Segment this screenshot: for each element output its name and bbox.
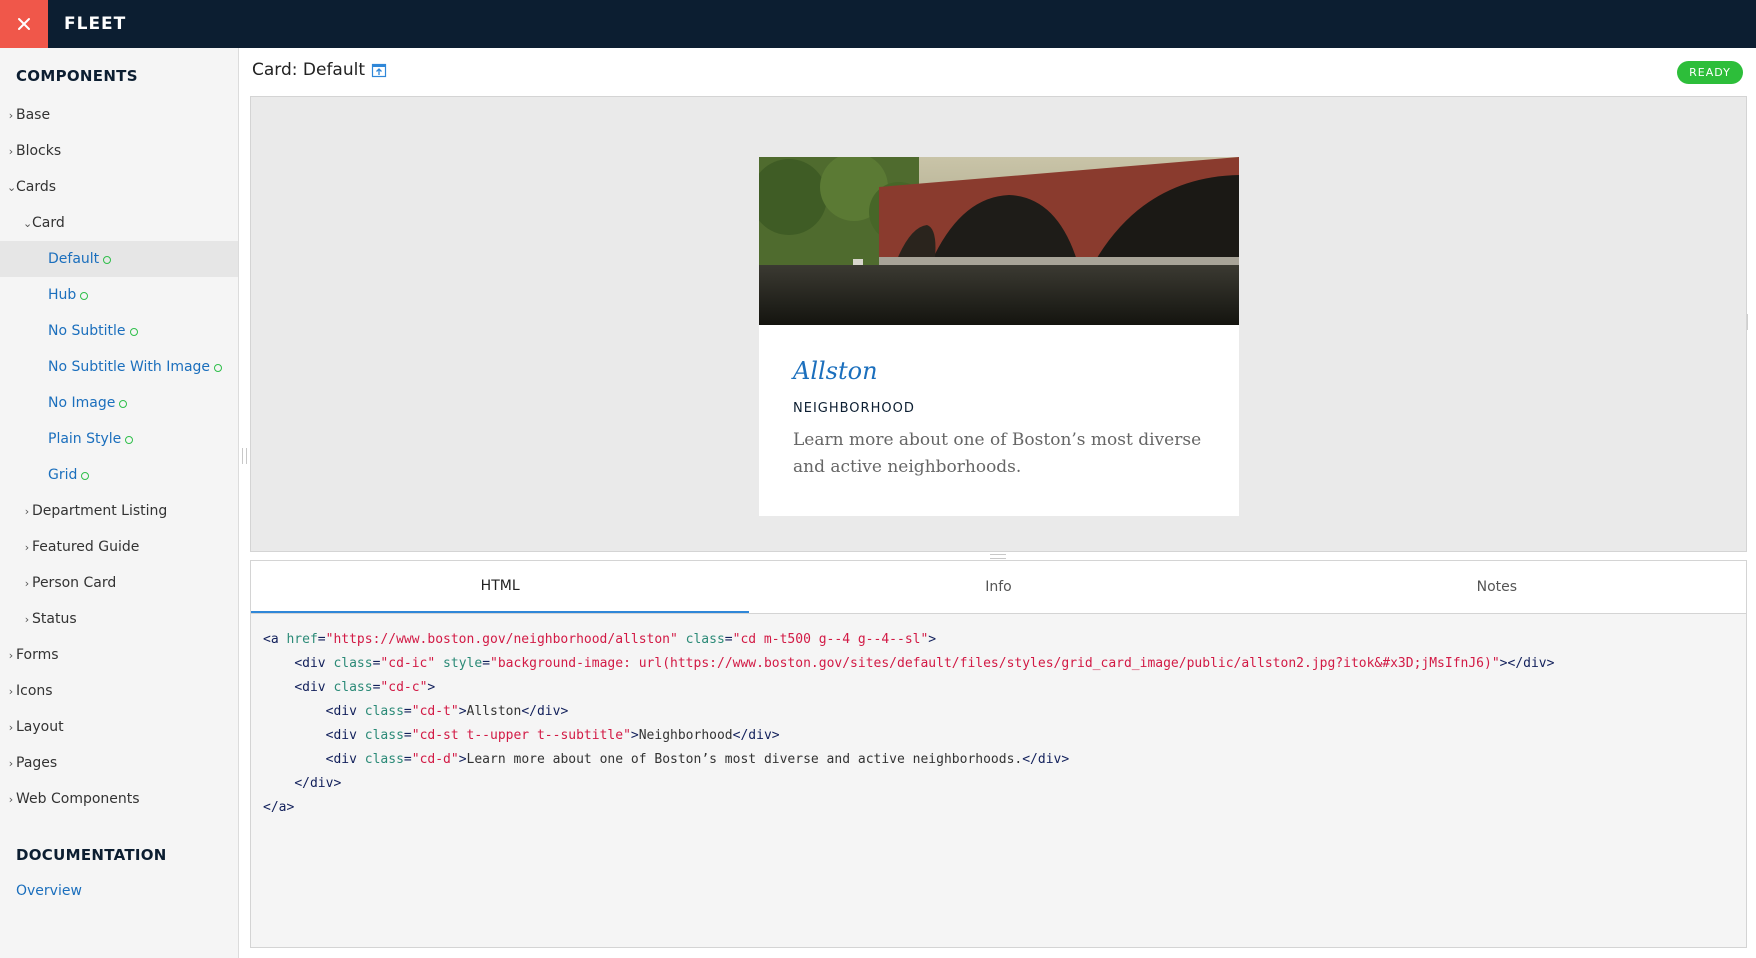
- sidebar-item-pages[interactable]: › Pages: [0, 745, 238, 781]
- page-title-text: Card: Default: [252, 60, 366, 80]
- chevron-right-icon: ›: [24, 612, 30, 626]
- sidebar-item-featured-guide[interactable]: › Featured Guide: [0, 529, 238, 565]
- chevron-right-icon: ›: [24, 504, 30, 518]
- info-panel: HTML Info Notes <a href="https://www.bos…: [250, 560, 1747, 948]
- app-brand: FLEET: [64, 14, 127, 34]
- sidebar-item-layout[interactable]: › Layout: [0, 709, 238, 745]
- card-allston[interactable]: Allston Neighborhood Learn more about on…: [759, 157, 1239, 516]
- card-subtitle: Neighborhood: [793, 401, 915, 416]
- sidebar-item-label: Card: [32, 215, 65, 231]
- chevron-right-icon: ›: [8, 648, 14, 662]
- tab-info[interactable]: Info: [749, 561, 1247, 613]
- preview-resize-handle[interactable]: [1747, 314, 1752, 330]
- close-button[interactable]: [0, 0, 48, 48]
- chevron-down-icon: ⌄: [7, 180, 17, 194]
- sidebar-item-blocks[interactable]: › Blocks: [0, 133, 238, 169]
- sidebar-item-label: Forms: [16, 647, 59, 663]
- ready-status-icon: [214, 363, 223, 372]
- page-title: Card: Default: [252, 60, 387, 80]
- ready-status-icon: [119, 399, 128, 408]
- card-title: Allston: [793, 357, 878, 385]
- sidebar-item-card[interactable]: ⌄ Card: [0, 205, 238, 241]
- sidebar-item-label: No Image: [48, 395, 116, 411]
- sidebar-item-label: Status: [32, 611, 77, 627]
- sidebar-item-department-listing[interactable]: › Department Listing: [0, 493, 238, 529]
- sidebar-item-label: No Subtitle: [48, 323, 126, 339]
- component-preview: Allston Neighborhood Learn more about on…: [250, 96, 1747, 552]
- card-description: Learn more about one of Boston’s most di…: [793, 430, 1202, 477]
- panel-resize-handle[interactable]: [990, 554, 1006, 559]
- chevron-right-icon: ›: [8, 108, 14, 122]
- sidebar-item-web-components[interactable]: › Web Components: [0, 781, 238, 817]
- panel-tabs: HTML Info Notes: [251, 561, 1746, 614]
- code-block: <a href="https://www.boston.gov/neighbor…: [263, 632, 1555, 815]
- sidebar-item-label: Layout: [16, 719, 64, 735]
- sidebar-item-default[interactable]: Default: [0, 241, 238, 277]
- sidebar-resize-handle[interactable]: [242, 448, 247, 464]
- sidebar-item-label: Grid: [48, 467, 78, 483]
- component-nav: › Base › Blocks ⌄ Cards ⌄ Card Default Hub No Subt…: [0, 97, 238, 817]
- sidebar-item-label: Cards: [16, 179, 57, 195]
- sidebar-item-no-image[interactable]: No Image: [0, 385, 238, 421]
- tab-notes[interactable]: Notes: [1248, 561, 1746, 613]
- ready-status-icon: [81, 471, 90, 480]
- chevron-right-icon: ›: [24, 540, 30, 554]
- sidebar-item-label: Featured Guide: [32, 539, 140, 555]
- app-header: FLEET: [0, 0, 1756, 48]
- doc-link-overview[interactable]: Overview: [16, 883, 82, 899]
- chevron-right-icon: ›: [24, 576, 30, 590]
- sidebar-item-label: Person Card: [32, 575, 117, 591]
- sidebar-item-cards[interactable]: ⌄ Cards: [0, 169, 238, 205]
- sidebar-item-no-subtitle[interactable]: No Subtitle: [0, 313, 238, 349]
- close-icon: [18, 18, 30, 30]
- chevron-right-icon: ›: [8, 792, 14, 806]
- sidebar-item-label: Blocks: [16, 143, 62, 159]
- sidebar-item-label: Web Components: [16, 791, 140, 807]
- sidebar-item-no-subtitle-with-image[interactable]: No Subtitle With Image: [0, 349, 238, 385]
- sidebar-item-person-card[interactable]: › Person Card: [0, 565, 238, 601]
- sidebar-item-label: No Subtitle With Image: [48, 359, 211, 375]
- ready-status-icon: [103, 255, 112, 264]
- components-heading: COMPONENTS: [16, 67, 138, 85]
- sidebar: COMPONENTS › Base › Blocks ⌄ Cards ⌄ Card Defaul…: [0, 48, 239, 958]
- sidebar-item-icons[interactable]: › Icons: [0, 673, 238, 709]
- status-badge: READY: [1677, 61, 1743, 84]
- sidebar-item-label: Default: [48, 251, 100, 267]
- sidebar-item-status[interactable]: › Status: [0, 601, 238, 637]
- ready-status-icon: [129, 327, 138, 336]
- ready-status-icon: [80, 291, 89, 300]
- open-in-new-window-icon[interactable]: [371, 62, 387, 78]
- chevron-right-icon: ›: [8, 144, 14, 158]
- sidebar-item-label: Department Listing: [32, 503, 168, 519]
- chevron-down-icon: ⌄: [23, 216, 33, 230]
- sidebar-item-label: Pages: [16, 755, 58, 771]
- sidebar-item-hub[interactable]: Hub: [0, 277, 238, 313]
- chevron-right-icon: ›: [8, 720, 14, 734]
- sidebar-item-grid[interactable]: Grid: [0, 457, 238, 493]
- sidebar-item-label: Icons: [16, 683, 53, 699]
- documentation-heading: DOCUMENTATION: [16, 846, 167, 864]
- sidebar-item-plain-style[interactable]: Plain Style: [0, 421, 238, 457]
- sidebar-item-label: Hub: [48, 287, 77, 303]
- card-image: [759, 157, 1239, 325]
- chevron-right-icon: ›: [8, 756, 14, 770]
- sidebar-item-label: Base: [16, 107, 51, 123]
- sidebar-item-base[interactable]: › Base: [0, 97, 238, 133]
- ready-status-icon: [125, 435, 134, 444]
- sidebar-item-forms[interactable]: › Forms: [0, 637, 238, 673]
- chevron-right-icon: ›: [8, 684, 14, 698]
- sidebar-item-label: Plain Style: [48, 431, 122, 447]
- tab-html[interactable]: HTML: [251, 561, 750, 613]
